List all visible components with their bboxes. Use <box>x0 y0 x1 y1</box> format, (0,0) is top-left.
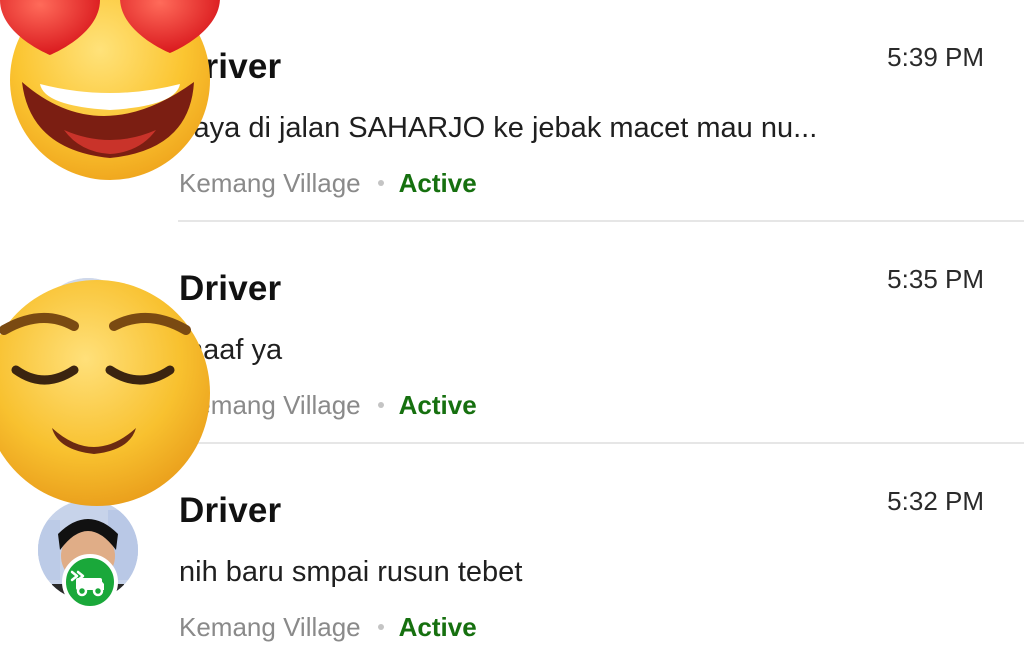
separator-dot <box>377 180 384 187</box>
chat-message-preview: saya di jalan SAHARJO ke jebak macet mau… <box>179 112 818 144</box>
separator-dot <box>377 402 384 409</box>
chat-status: Active <box>398 168 477 198</box>
chat-status: Active <box>398 390 477 420</box>
separator-dot <box>377 624 384 631</box>
heart-eyes-emoji-icon <box>0 0 220 180</box>
chat-message-preview: nih baru smpai rusun tebet <box>179 556 523 588</box>
chat-meta: Kemang Village Active <box>179 390 477 421</box>
chat-status: Active <box>398 612 477 642</box>
chat-time: 5:32 PM <box>887 486 984 516</box>
chat-location: Kemang Village <box>179 612 361 642</box>
chat-time: 5:35 PM <box>887 264 984 294</box>
car-badge-icon <box>62 554 118 610</box>
chat-time: 5:39 PM <box>887 42 984 72</box>
relieved-face-emoji-icon <box>0 280 210 506</box>
chat-meta: Kemang Village Active <box>179 612 477 643</box>
